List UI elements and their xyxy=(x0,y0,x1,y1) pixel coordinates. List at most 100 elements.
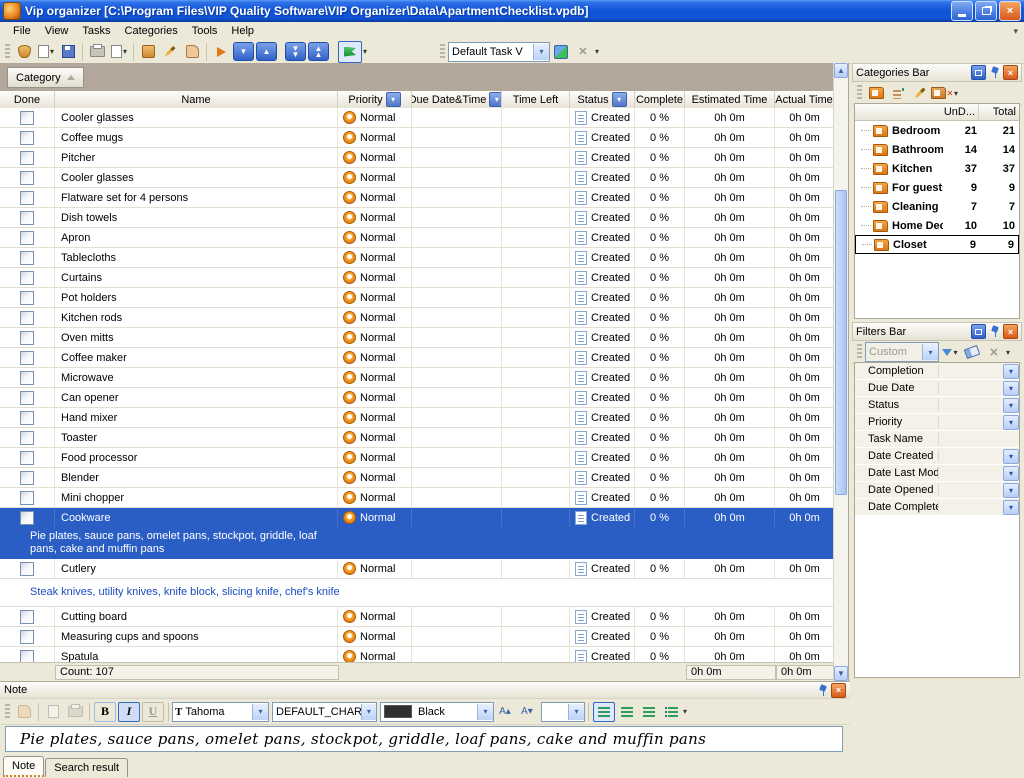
cell-complete[interactable]: 0 % xyxy=(635,148,685,167)
cell-done[interactable] xyxy=(0,627,55,646)
cell-complete[interactable]: 0 % xyxy=(635,208,685,227)
cell-status[interactable]: Created xyxy=(570,428,635,447)
pin-panel-button[interactable] xyxy=(988,66,1001,79)
cell-complete[interactable]: 0 % xyxy=(635,408,685,427)
cell-due-date[interactable] xyxy=(412,559,502,578)
cell-actual-time[interactable]: 0h 0m xyxy=(775,208,834,227)
cell-actual-time[interactable]: 0h 0m xyxy=(775,388,834,407)
task-row[interactable]: CutleryNormalCreated0 %0h 0m0h 0m xyxy=(0,559,834,579)
cell-status[interactable]: Created xyxy=(570,108,635,127)
cell-name[interactable]: Pot holders xyxy=(55,288,338,307)
cell-name[interactable]: Cutlery xyxy=(55,559,338,578)
task-row[interactable]: Coffee makerNormalCreated0 %0h 0m0h 0m xyxy=(0,348,834,368)
complete-task-button[interactable] xyxy=(181,42,203,62)
cell-name[interactable]: Apron xyxy=(55,228,338,247)
tab-search-result[interactable]: Search result xyxy=(45,758,128,777)
cell-due-date[interactable] xyxy=(412,148,502,167)
cell-done[interactable] xyxy=(0,607,55,626)
task-checkbox[interactable] xyxy=(20,111,34,125)
cell-estimated-time[interactable]: 0h 0m xyxy=(685,208,775,227)
cell-name[interactable]: Mini chopper xyxy=(55,488,338,507)
toolbar-grip[interactable] xyxy=(5,44,10,60)
cell-status[interactable]: Created xyxy=(570,228,635,247)
cell-actual-time[interactable]: 0h 0m xyxy=(775,308,834,327)
cell-priority[interactable]: Normal xyxy=(338,348,412,367)
task-row[interactable]: Dish towelsNormalCreated0 %0h 0m0h 0m xyxy=(0,208,834,228)
menu-item-categories[interactable]: Categories xyxy=(118,24,185,38)
cell-name[interactable]: Can opener xyxy=(55,388,338,407)
cell-name[interactable]: Toaster xyxy=(55,428,338,447)
chevron-down-icon[interactable]: ▾ xyxy=(1006,348,1010,357)
cell-priority[interactable]: Normal xyxy=(338,488,412,507)
filter-row-priority[interactable]: Priority xyxy=(855,414,1019,431)
category-row-closet[interactable]: Closet99 xyxy=(855,235,1019,254)
cell-status[interactable]: Created xyxy=(570,328,635,347)
cell-name[interactable]: Coffee maker xyxy=(55,348,338,367)
edit-note-button[interactable] xyxy=(13,702,35,722)
apply-filter-button[interactable]: ▾ xyxy=(939,342,961,362)
menu-item-tools[interactable]: Tools xyxy=(185,24,225,38)
cell-done[interactable] xyxy=(0,148,55,167)
cell-actual-time[interactable]: 0h 0m xyxy=(775,428,834,447)
cell-actual-time[interactable]: 0h 0m xyxy=(775,448,834,467)
cell-name[interactable]: Oven mitts xyxy=(55,328,338,347)
new-task-button[interactable] xyxy=(137,42,159,62)
cell-complete[interactable]: 0 % xyxy=(635,647,685,663)
cell-due-date[interactable] xyxy=(412,128,502,147)
cell-complete[interactable]: 0 % xyxy=(635,308,685,327)
cell-complete[interactable]: 0 % xyxy=(635,128,685,147)
cell-time-left[interactable] xyxy=(502,268,570,287)
cell-time-left[interactable] xyxy=(502,607,570,626)
cell-priority[interactable]: Normal xyxy=(338,647,412,663)
task-row[interactable]: BlenderNormalCreated0 %0h 0m0h 0m xyxy=(0,468,834,488)
cell-estimated-time[interactable]: 0h 0m xyxy=(685,508,775,527)
cell-status[interactable]: Created xyxy=(570,168,635,187)
group-by-category-button[interactable]: Category xyxy=(7,67,84,88)
cell-estimated-time[interactable]: 0h 0m xyxy=(685,108,775,127)
toolbar-grip[interactable] xyxy=(5,704,10,720)
cell-done[interactable] xyxy=(0,228,55,247)
pin-panel-button[interactable] xyxy=(816,684,829,697)
cell-time-left[interactable] xyxy=(502,448,570,467)
task-checkbox[interactable] xyxy=(20,562,34,576)
cell-estimated-time[interactable]: 0h 0m xyxy=(685,468,775,487)
cell-due-date[interactable] xyxy=(412,268,502,287)
cell-name[interactable]: Flatware set for 4 persons xyxy=(55,188,338,207)
cell-time-left[interactable] xyxy=(502,508,570,527)
cell-time-left[interactable] xyxy=(502,108,570,127)
cell-priority[interactable]: Normal xyxy=(338,408,412,427)
cell-name[interactable]: Kitchen rods xyxy=(55,308,338,327)
cell-priority[interactable]: Normal xyxy=(338,448,412,467)
task-row[interactable]: Cooler glassesNormalCreated0 %0h 0m0h 0m xyxy=(0,168,834,188)
filter-dropdown-icon[interactable] xyxy=(612,92,627,107)
task-note-row[interactable]: Steak knives, utility knives, knife bloc… xyxy=(0,579,834,607)
task-checkbox[interactable] xyxy=(20,451,34,465)
column-header-done[interactable]: Done xyxy=(0,91,55,108)
cell-complete[interactable]: 0 % xyxy=(635,248,685,267)
filter-row-date-completed[interactable]: Date Completed xyxy=(855,499,1019,516)
menu-overflow-icon[interactable]: ▾ xyxy=(1013,26,1018,37)
task-row[interactable]: Can openerNormalCreated0 %0h 0m0h 0m xyxy=(0,388,834,408)
cell-priority[interactable]: Normal xyxy=(338,268,412,287)
cell-done[interactable] xyxy=(0,348,55,367)
cell-complete[interactable]: 0 % xyxy=(635,488,685,507)
cell-estimated-time[interactable]: 0h 0m xyxy=(685,368,775,387)
cell-estimated-time[interactable]: 0h 0m xyxy=(685,228,775,247)
menu-item-help[interactable]: Help xyxy=(224,24,261,38)
underline-button[interactable]: U xyxy=(142,702,164,722)
task-checkbox[interactable] xyxy=(20,151,34,165)
increase-font-button[interactable]: A▴ xyxy=(494,702,516,722)
cell-due-date[interactable] xyxy=(412,288,502,307)
note-text[interactable]: Pie plates, sauce pans, omelet pans, sto… xyxy=(5,726,843,752)
category-row-bedroom[interactable]: Bedroom2121 xyxy=(855,121,1019,140)
cell-name[interactable]: Tablecloths xyxy=(55,248,338,267)
cell-time-left[interactable] xyxy=(502,208,570,227)
task-row[interactable]: CurtainsNormalCreated0 %0h 0m0h 0m xyxy=(0,268,834,288)
cell-name[interactable]: Curtains xyxy=(55,268,338,287)
cell-estimated-time[interactable]: 0h 0m xyxy=(685,607,775,626)
task-checkbox[interactable] xyxy=(20,331,34,345)
align-left-button[interactable] xyxy=(593,702,615,722)
delete-category-button[interactable]: ✕ xyxy=(931,83,953,103)
cell-done[interactable] xyxy=(0,268,55,287)
task-checkbox[interactable] xyxy=(20,371,34,385)
